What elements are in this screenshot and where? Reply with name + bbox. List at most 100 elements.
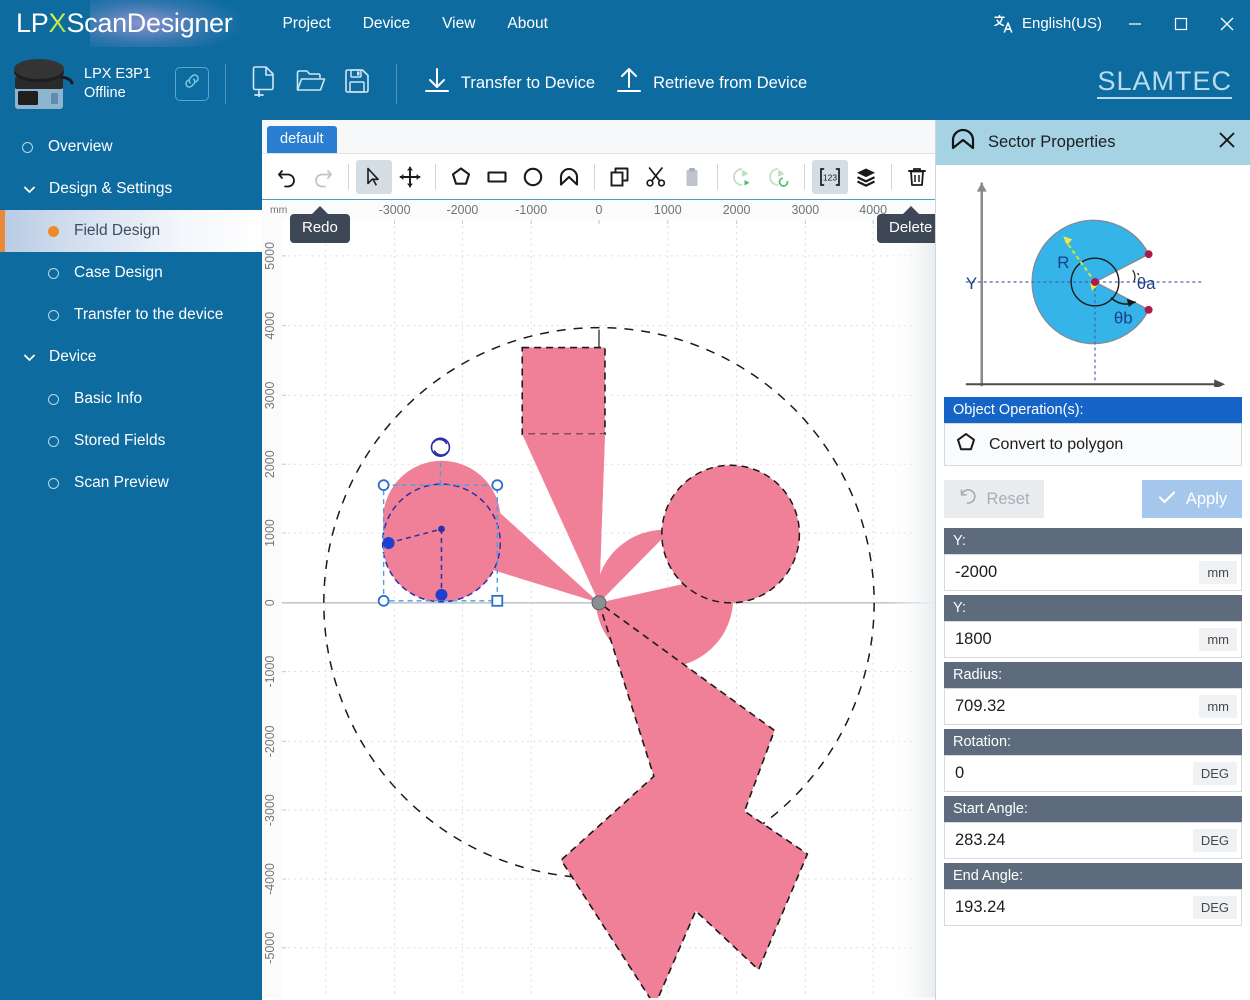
sidebar-item-overview[interactable]: Overview bbox=[0, 126, 262, 168]
save-file-button[interactable] bbox=[334, 59, 380, 109]
canvas-toolbar-divider-4 bbox=[717, 164, 718, 190]
resize-handle-tl bbox=[379, 480, 389, 490]
bullet-icon bbox=[48, 394, 59, 405]
svg-text:-2000: -2000 bbox=[446, 203, 478, 217]
svg-text:2000: 2000 bbox=[723, 203, 751, 217]
sidebar-item-scan-preview[interactable]: Scan Preview bbox=[0, 462, 262, 504]
sidebar-item-case-design[interactable]: Case Design bbox=[0, 252, 262, 294]
device-info: LPX E3P1 Offline bbox=[84, 65, 151, 102]
start-angle-handle bbox=[383, 537, 395, 549]
sector-diagram: R θa θb Y X bbox=[944, 165, 1242, 393]
reset-button[interactable]: Reset bbox=[944, 480, 1044, 518]
sidebar-item-label: Field Design bbox=[74, 222, 160, 240]
svg-text:4000: 4000 bbox=[263, 312, 277, 340]
sector-diagram-svg: R θa θb Y X bbox=[944, 172, 1242, 387]
title-bar: LPXScanDesigner Project Device View Abou… bbox=[0, 0, 1250, 47]
select-tool-button[interactable] bbox=[356, 160, 392, 194]
connect-link-button[interactable] bbox=[175, 67, 209, 101]
move-tool-button[interactable] bbox=[392, 160, 428, 194]
copy-button[interactable] bbox=[602, 160, 638, 194]
language-selector[interactable]: English(US) bbox=[984, 14, 1112, 34]
field-input-y2[interactable]: 1800 mm bbox=[944, 621, 1242, 658]
bullet-icon bbox=[48, 226, 59, 237]
field-input-start-angle[interactable]: 283.24 DEG bbox=[944, 822, 1242, 859]
play-field-button[interactable] bbox=[725, 160, 761, 194]
diagram-label-theta-b: θb bbox=[1114, 308, 1133, 327]
field-unit-end-angle: DEG bbox=[1193, 896, 1237, 919]
svg-text:-3000: -3000 bbox=[379, 203, 411, 217]
retrieve-from-device-button[interactable]: Retrieve from Device bbox=[605, 60, 817, 107]
refresh-field-button[interactable] bbox=[761, 160, 797, 194]
bullet-icon bbox=[48, 478, 59, 489]
circle-tool-button[interactable] bbox=[515, 160, 551, 194]
field-unit-radius: mm bbox=[1199, 695, 1237, 718]
field-input-rotation[interactable]: 0 DEG bbox=[944, 755, 1242, 792]
diagram-label-Y: Y bbox=[966, 273, 977, 292]
shape-rectangle bbox=[522, 348, 605, 435]
field-canvas[interactable]: mm -3000 -2000 -1000 0 1000 2000 3000 40… bbox=[262, 200, 935, 1000]
convert-to-polygon-button[interactable]: Convert to polygon bbox=[944, 423, 1242, 466]
sidebar-item-transfer-to-the-device[interactable]: Transfer to the device bbox=[0, 294, 262, 336]
sidebar-group-device[interactable]: Device bbox=[0, 336, 262, 378]
bullet-icon bbox=[48, 436, 59, 447]
properties-panel-header: Sector Properties bbox=[936, 120, 1250, 165]
apply-button[interactable]: Apply bbox=[1142, 480, 1242, 518]
property-fields: Y: -2000 mm Y: 1800 mm Radius: 709.32 mm bbox=[944, 528, 1242, 926]
polygon-icon bbox=[955, 431, 977, 458]
layers-button[interactable] bbox=[848, 160, 884, 194]
page-title: Sector Properties bbox=[988, 133, 1206, 152]
tooltip-redo: Redo bbox=[290, 214, 350, 243]
menu-view[interactable]: View bbox=[426, 9, 491, 39]
menu-project[interactable]: Project bbox=[266, 9, 346, 39]
tab-default[interactable]: default bbox=[267, 126, 337, 153]
svg-text:-2000: -2000 bbox=[263, 725, 277, 757]
field-value-end-angle: 193.24 bbox=[955, 898, 1193, 917]
polygon-tool-button[interactable] bbox=[443, 160, 479, 194]
delete-button[interactable] bbox=[899, 160, 935, 194]
diagram-label-theta-a: θa bbox=[1137, 273, 1156, 292]
svg-text:-5000: -5000 bbox=[263, 932, 277, 964]
cut-button[interactable] bbox=[638, 160, 674, 194]
sidebar-group-design-settings[interactable]: Design & Settings bbox=[0, 168, 262, 210]
apply-label: Apply bbox=[1186, 490, 1227, 509]
sidebar-item-basic-info[interactable]: Basic Info bbox=[0, 378, 262, 420]
field-input-y1[interactable]: -2000 mm bbox=[944, 554, 1242, 591]
menu-about[interactable]: About bbox=[491, 9, 564, 39]
sector-tool-button[interactable] bbox=[551, 160, 587, 194]
chevron-down-icon bbox=[22, 182, 37, 197]
sidebar-item-stored-fields[interactable]: Stored Fields bbox=[0, 420, 262, 462]
upload-arrow-icon bbox=[615, 66, 643, 101]
menu-device[interactable]: Device bbox=[347, 9, 426, 39]
field-input-radius[interactable]: 709.32 mm bbox=[944, 688, 1242, 725]
undo-button[interactable] bbox=[269, 160, 305, 194]
sidebar-item-label: Transfer to the device bbox=[74, 306, 223, 324]
open-file-button[interactable] bbox=[288, 59, 334, 109]
svg-text:-4000: -4000 bbox=[263, 863, 277, 895]
redo-button[interactable] bbox=[305, 160, 341, 194]
window-minimize-button[interactable] bbox=[1112, 0, 1158, 47]
numeric-input-button[interactable]: 123 bbox=[812, 160, 848, 194]
field-label-rotation: Rotation: bbox=[944, 729, 1242, 755]
reset-icon bbox=[958, 487, 977, 511]
diagram-start-point bbox=[1145, 250, 1153, 258]
canvas-toolbar-divider-2 bbox=[435, 164, 436, 190]
transfer-to-device-button[interactable]: Transfer to Device bbox=[413, 60, 605, 107]
svg-text:3000: 3000 bbox=[792, 203, 820, 217]
field-unit-start-angle: DEG bbox=[1193, 829, 1237, 852]
field-input-end-angle[interactable]: 193.24 DEG bbox=[944, 889, 1242, 926]
rectangle-tool-button[interactable] bbox=[479, 160, 515, 194]
translate-icon bbox=[994, 14, 1014, 34]
canvas-toolbar-divider-6 bbox=[891, 164, 892, 190]
new-file-button[interactable] bbox=[242, 59, 288, 109]
close-icon[interactable] bbox=[1218, 131, 1236, 154]
ruler-unit-label: mm bbox=[270, 205, 288, 216]
vendor-logo: SLAMTEC bbox=[1097, 68, 1232, 99]
svg-text:5000: 5000 bbox=[263, 242, 277, 270]
field-value-radius: 709.32 bbox=[955, 697, 1199, 716]
window-maximize-button[interactable] bbox=[1158, 0, 1204, 47]
sidebar-item-field-design[interactable]: Field Design bbox=[0, 210, 262, 252]
paste-button[interactable] bbox=[674, 160, 710, 194]
field-value-y2: 1800 bbox=[955, 630, 1199, 649]
window-close-button[interactable] bbox=[1204, 0, 1250, 47]
object-operations-header: Object Operation(s): bbox=[944, 397, 1242, 423]
